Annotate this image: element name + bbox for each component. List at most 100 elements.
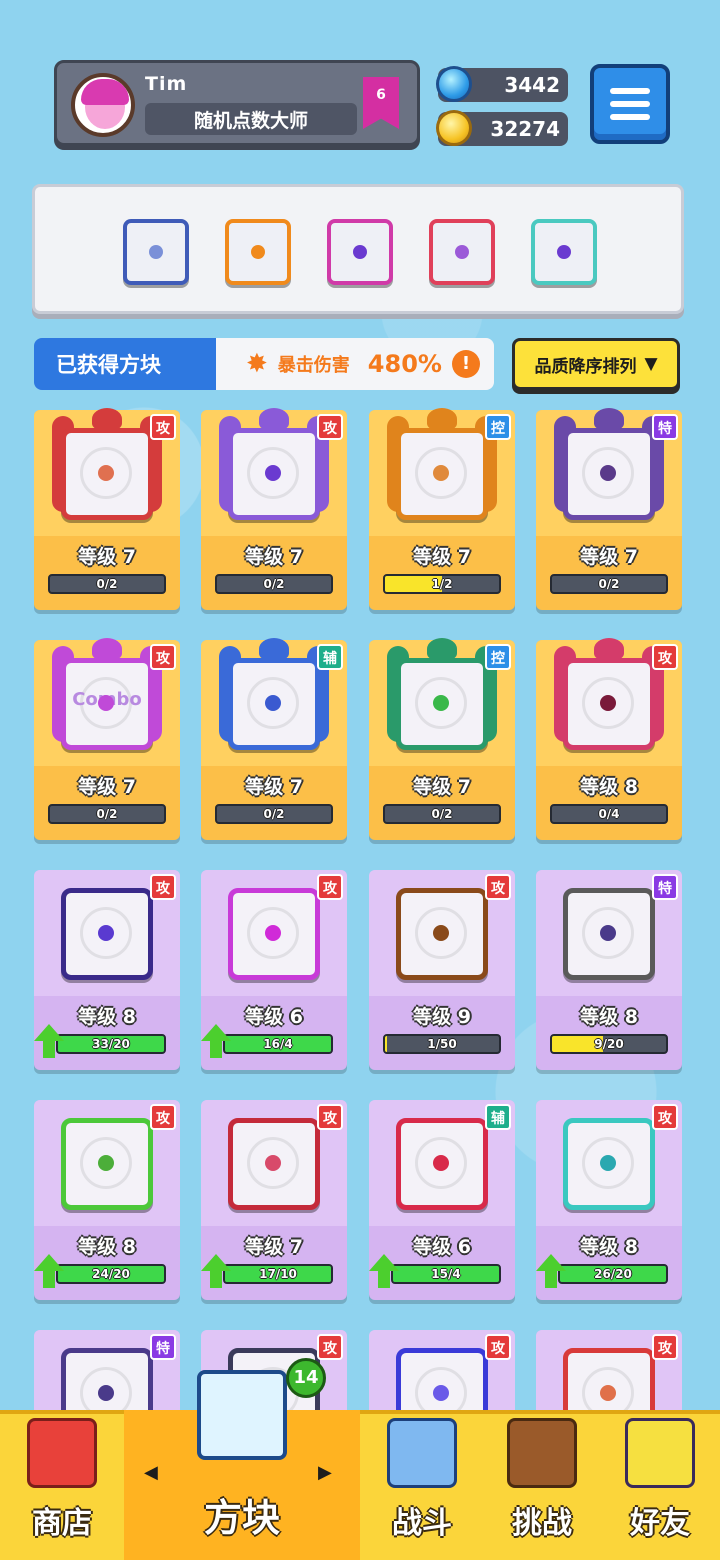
shop-icon [27,1418,97,1488]
block-type-tag: 攻 [317,1104,343,1130]
block-pip-icon [98,465,114,481]
deck-slot-gear-dice-icon[interactable] [123,219,189,285]
block-progress-bar: 0/2 [215,574,333,594]
block-card[interactable]: 控等级 7 0/2 [369,638,515,840]
block-progress-bar: 1/2 [383,574,501,594]
coin-icon [436,110,472,146]
deck-slot-rainbow-dice-icon[interactable] [429,219,495,285]
dragon-head-icon [92,638,122,660]
menu-button[interactable] [590,64,670,144]
block-level: 等级 7 [245,776,303,798]
block-card[interactable]: 攻等级 7 0/2 [34,408,180,610]
block-pip-icon [600,695,616,711]
nav-battle-label: 战斗 [392,1506,452,1541]
block-card[interactable]: 特✔等级 89/20 [536,870,682,1070]
block-card[interactable]: 辅等级 6 15/4 [369,1100,515,1300]
block-progress-bar: 0/2 [215,804,333,824]
hamburger-icon [610,88,650,94]
nav-battle[interactable]: 战斗 [360,1410,484,1560]
block-progress-bar: 0/2 [383,804,501,824]
deck-slot-arrows-dice-icon[interactable] [327,219,393,285]
block-type-tag: 辅 [485,1104,511,1130]
player-profile-card[interactable]: Tim 随机点数大师 6 [54,60,420,146]
block-pip-icon [98,925,114,941]
block-type-tag: 攻 [485,1334,511,1360]
deck-slot-hands-dice-icon[interactable] [531,219,597,285]
gem-amount: 3442 [504,73,560,97]
nav-shop[interactable]: 商店 [0,1410,124,1560]
sword-shield-icon [387,1418,457,1488]
avatar[interactable] [71,73,135,137]
block-type-tag: 特 [652,874,678,900]
block-pip-icon [98,695,114,711]
block-card[interactable]: 攻✔等级 91/50 [369,870,515,1070]
block-pip-icon [265,925,281,941]
block-level: 等级 7 [245,546,303,568]
progress-text: 0/2 [263,807,285,821]
avatar-hair [81,79,129,105]
nav-challenge-label: 挑战 [512,1506,572,1541]
block-level: 等级 7 [580,546,638,568]
progress-text: 17/10 [259,1267,297,1281]
crit-damage-value: 480% [367,350,442,378]
block-card[interactable]: 攻等级 8 33/20 [34,870,180,1070]
block-type-tag: 攻 [317,874,343,900]
progress-text: 0/2 [96,807,118,821]
player-name: Tim [145,73,188,95]
sort-dropdown[interactable]: 品质降序排列 ▼ [512,338,680,390]
block-type-tag: 攻 [317,1334,343,1360]
info-icon[interactable]: ! [451,350,480,378]
hamburger-line [610,114,650,120]
progress-text: 1/50 [427,1037,457,1051]
block-level: 等级 7 [413,776,471,798]
slot-pip-icon [557,245,571,259]
coin-counter: 32274 [436,110,568,146]
block-type-tag: 攻 [652,1104,678,1130]
prev-arrow-icon[interactable]: ◀ [144,1462,158,1483]
friend-figure-icon [625,1418,695,1488]
block-card[interactable]: 控等级 7 1/2 [369,408,515,610]
block-type-tag: 攻 [317,414,343,440]
block-type-tag: 攻 [652,644,678,670]
block-card[interactable]: 特等级 7 0/2 [536,408,682,610]
sort-label: 品质降序排列 [534,356,637,377]
blocks-notification-badge: 14 [286,1358,326,1398]
nav-blocks-label: 方块 [203,1496,280,1540]
block-progress-bar: 9/20 [550,1034,668,1054]
block-art [228,658,320,750]
block-card[interactable]: 攻等级 8 26/20 [536,1100,682,1300]
block-card[interactable]: 攻等级 6 16/4 [201,870,347,1070]
block-card[interactable]: 攻等级 7 0/2 [201,408,347,610]
block-progress-bar: 16/4 [223,1034,333,1054]
block-pip-icon [600,465,616,481]
signpost-icon [507,1418,577,1488]
block-level: 等级 7 [413,546,471,568]
block-progress-bar: 0/2 [48,804,166,824]
block-pip-icon [433,695,449,711]
nav-friends[interactable]: 好友 [600,1410,720,1560]
block-card[interactable]: 攻等级 8 0/4 [536,638,682,840]
owned-blocks-label: 已获得方块 [34,338,234,390]
hamburger-line [610,101,650,107]
burst-icon: ✸ [246,349,268,379]
block-art [396,658,488,750]
block-art [396,428,488,520]
block-type-tag: 攻 [485,874,511,900]
block-pip-icon [433,1155,449,1171]
nav-challenge[interactable]: 挑战 [484,1410,600,1560]
block-card[interactable]: Combo攻等级 7 0/2 [34,638,180,840]
deck-slot-target-dice-icon[interactable] [225,219,291,285]
progress-text: 0/2 [263,577,285,591]
block-card[interactable]: 攻等级 7 17/10 [201,1100,347,1300]
block-card[interactable]: 辅等级 7 0/2 [201,638,347,840]
next-arrow-icon[interactable]: ▶ [318,1462,332,1483]
block-pip-icon [98,1155,114,1171]
nav-blocks[interactable]: 方块 [124,1370,360,1560]
progress-text: 16/4 [263,1037,293,1051]
dragon-head-icon [594,638,624,660]
block-art [61,428,153,520]
block-art [563,428,655,520]
block-art [61,888,153,980]
block-card[interactable]: 攻等级 8 24/20 [34,1100,180,1300]
block-pip-icon [600,925,616,941]
